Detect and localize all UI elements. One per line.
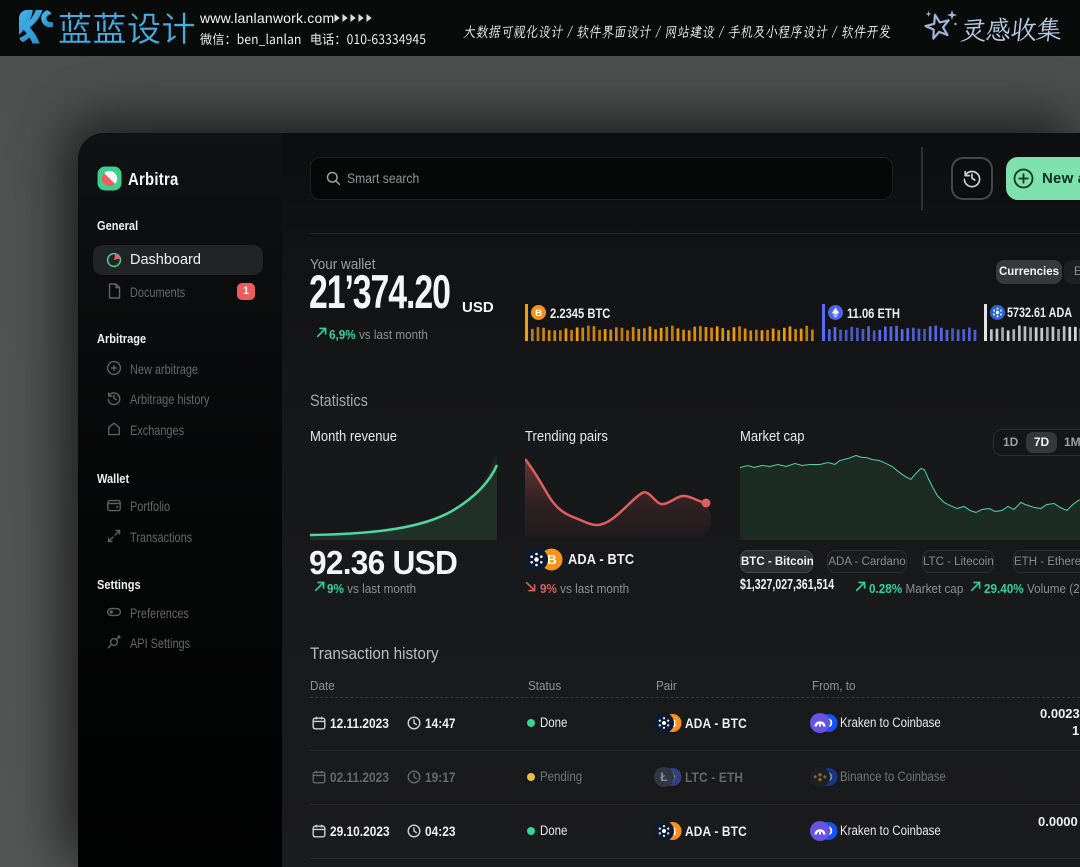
svg-text:Ł: Ł xyxy=(660,770,667,784)
svg-text:B: B xyxy=(547,552,556,567)
svg-text:B: B xyxy=(535,308,542,319)
